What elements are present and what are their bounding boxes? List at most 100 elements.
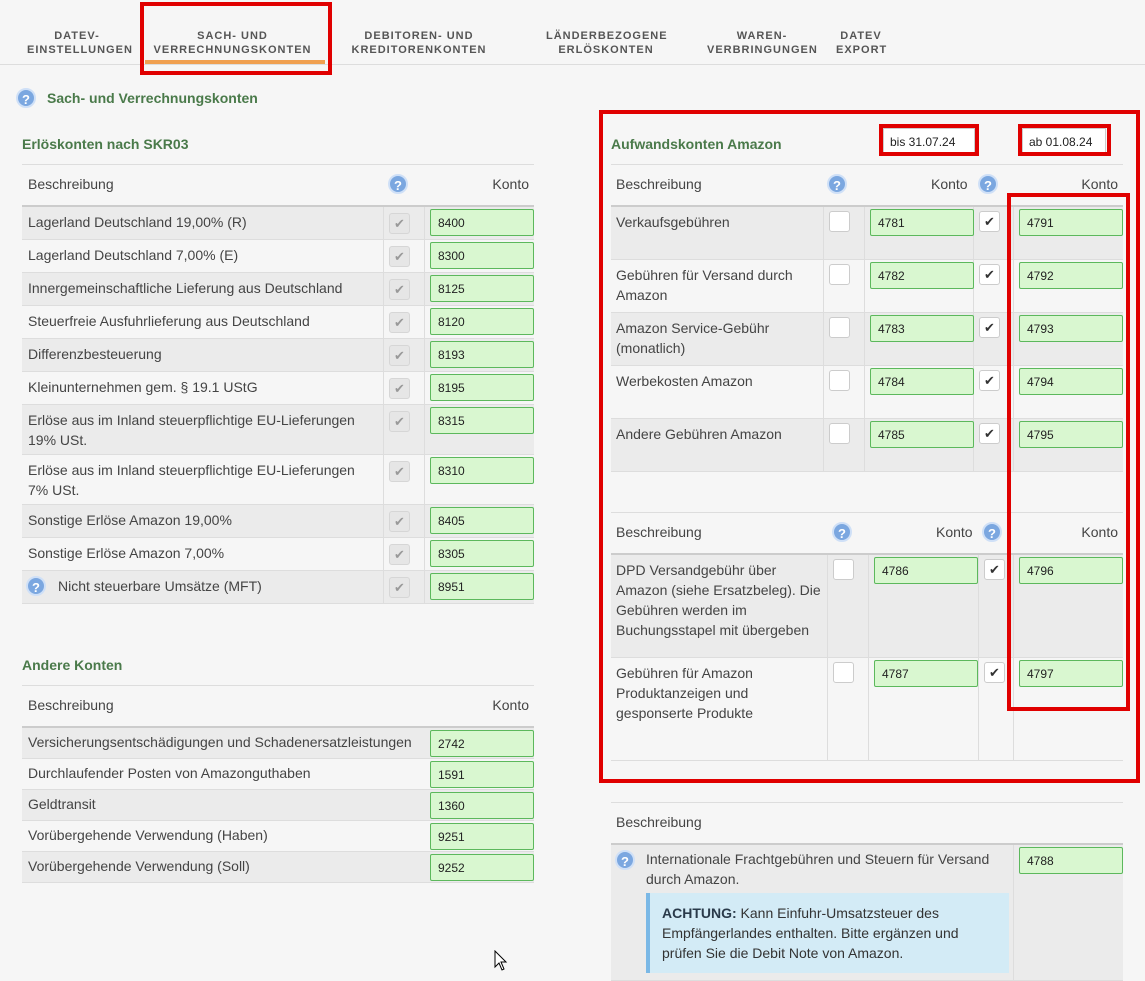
table-row: Gebühren für Versand durch Amazon 4782 ✔ 47… [611, 260, 1123, 313]
konto-new-input[interactable]: 4797 [1019, 660, 1123, 687]
aufwand-col-konto-new: Konto [1081, 176, 1118, 192]
tab-bar: DATEV- EINSTELLUNGEN SACH- UND VERRECHNU… [0, 0, 1145, 65]
tab-warenverbringungen[interactable]: WAREN- VERBRINGUNGEN [707, 29, 817, 57]
row-description: Verkaufsgebühren [616, 214, 730, 230]
konto-new-input[interactable]: 4794 [1019, 368, 1123, 395]
row-checkbox-old[interactable] [829, 211, 850, 232]
konto-input[interactable]: 1591 [430, 761, 534, 788]
help-icon[interactable]: ? [832, 522, 852, 542]
row-checkbox[interactable]: ✔ [389, 312, 410, 333]
aufwand-col-beschreibung: Beschreibung [616, 176, 702, 192]
konto-new-input[interactable]: 4791 [1019, 209, 1123, 236]
konto-new-input[interactable]: 4796 [1019, 557, 1123, 584]
table-row: Werbekosten Amazon 4784 ✔ 4794 [611, 366, 1123, 419]
konto-old-input[interactable]: 4784 [870, 368, 974, 395]
help-icon[interactable]: ? [26, 576, 46, 596]
konto-old-input[interactable]: 4786 [874, 557, 978, 584]
row-description: Amazon Service-Gebühr (monatlich) [616, 320, 770, 356]
row-description: Gebühren für Amazon Produktanzeigen und … [616, 665, 753, 721]
konto-input[interactable]: 8193 [430, 341, 534, 368]
row-checkbox-old[interactable] [829, 370, 850, 391]
konto-old-input[interactable]: 4787 [874, 660, 978, 687]
help-icon[interactable]: ? [615, 850, 635, 870]
table-row: Amazon Service-Gebühr (monatlich) 4783 ✔ 47… [611, 313, 1123, 366]
konto-input[interactable]: 9251 [430, 823, 534, 850]
row-checkbox[interactable]: ✔ [389, 511, 410, 532]
tab-datev-einstellungen[interactable]: DATEV- EINSTELLUNGEN [27, 29, 132, 57]
tab-laenderbezogene-erloeskonten[interactable]: LÄNDERBEZOGENE ERLÖSKONTEN [546, 29, 667, 57]
konto-input[interactable]: 8400 [430, 209, 534, 236]
row-description: Andere Gebühren Amazon [616, 426, 782, 442]
konto-input[interactable]: 8405 [430, 507, 534, 534]
row-description: Versicherungsentschädigungen und Schaden… [28, 734, 412, 750]
date-after-field[interactable]: ab 01.08.24 [1022, 128, 1106, 155]
konto-old-input[interactable]: 4785 [870, 421, 974, 448]
konto-input[interactable]: 8120 [430, 308, 534, 335]
table-row: Kleinunternehmen gem. § 19.1 UStG ✔ 8195 [22, 372, 534, 405]
table-row: Geldtransit 1360 [22, 790, 534, 821]
tab-datev-export[interactable]: DATEV EXPORT [836, 29, 886, 57]
row-checkbox-new[interactable]: ✔ [979, 423, 1000, 444]
tab-debitoren-und-kreditorenkonten[interactable]: DEBITOREN- UND KREDITORENKONTEN [350, 29, 488, 57]
help-icon[interactable]: ? [827, 174, 847, 194]
row-description: Sonstige Erlöse Amazon 7,00% [28, 545, 225, 561]
konto-old-input[interactable]: 4782 [870, 262, 974, 289]
konto-input[interactable]: 1360 [430, 792, 534, 819]
table-row: DPD Versandgebühr über Amazon (siehe Ers… [611, 555, 1123, 658]
erloes-col-konto: Konto [492, 176, 529, 192]
row-checkbox-new[interactable]: ✔ [979, 211, 1000, 232]
andere-table: Beschreibung Konto Versicherungsentschäd… [22, 685, 534, 885]
row-checkbox-old[interactable] [833, 559, 854, 580]
row-checkbox[interactable]: ✔ [389, 213, 410, 234]
konto-input[interactable]: 9252 [430, 854, 534, 881]
help-icon[interactable]: ? [978, 174, 998, 194]
konto-input[interactable]: 8951 [430, 573, 534, 600]
row-checkbox-old[interactable] [829, 317, 850, 338]
table-row: Versicherungsentschädigungen und Schaden… [22, 728, 534, 759]
table-row: Sonstige Erlöse Amazon 7,00% ✔ 8305 [22, 538, 534, 571]
row-description: Lagerland Deutschland 19,00% (R) [28, 214, 247, 230]
date-before-field[interactable]: bis 31.07.24 [883, 128, 975, 155]
row-checkbox-new[interactable]: ✔ [979, 317, 1000, 338]
row-checkbox-old[interactable] [829, 264, 850, 285]
row-checkbox-new[interactable]: ✔ [984, 662, 1005, 683]
row-checkbox[interactable]: ✔ [389, 279, 410, 300]
help-icon[interactable]: ? [388, 174, 408, 194]
konto-new-input[interactable]: 4792 [1019, 262, 1123, 289]
row-checkbox[interactable]: ✔ [389, 461, 410, 482]
row-description: DPD Versandgebühr über Amazon (siehe Ers… [616, 562, 821, 638]
konto-new-input[interactable]: 4795 [1019, 421, 1123, 448]
konto-old-input[interactable]: 4781 [870, 209, 974, 236]
row-checkbox-new[interactable]: ✔ [984, 559, 1005, 580]
konto-input[interactable]: 8195 [430, 374, 534, 401]
konto-input[interactable]: 4788 [1019, 847, 1123, 874]
row-checkbox[interactable]: ✔ [389, 411, 410, 432]
konto-old-input[interactable]: 4783 [870, 315, 974, 342]
aufwand2-col-konto-old: Konto [936, 524, 973, 540]
andere-col-beschreibung: Beschreibung [28, 697, 114, 713]
table-row: Differenzbesteuerung ✔ 8193 [22, 339, 534, 372]
help-icon[interactable]: ? [982, 522, 1002, 542]
row-checkbox-new[interactable]: ✔ [979, 370, 1000, 391]
konto-input[interactable]: 2742 [430, 730, 534, 757]
row-checkbox[interactable]: ✔ [389, 345, 410, 366]
row-checkbox-new[interactable]: ✔ [979, 264, 1000, 285]
konto-input[interactable]: 8300 [430, 242, 534, 269]
row-checkbox[interactable]: ✔ [389, 544, 410, 565]
andere-section-title: Andere Konten [22, 657, 123, 673]
row-checkbox-old[interactable] [833, 662, 854, 683]
row-checkbox[interactable]: ✔ [389, 577, 410, 598]
konto-input[interactable]: 8315 [430, 407, 534, 434]
aufwand-table: Beschreibung ? Konto ? Konto Verkaufsgeb… [611, 164, 1123, 474]
konto-new-input[interactable]: 4793 [1019, 315, 1123, 342]
table-row: Andere Gebühren Amazon 4785 ✔ 4795 [611, 419, 1123, 472]
konto-input[interactable]: 8310 [430, 457, 534, 484]
konto-input[interactable]: 8305 [430, 540, 534, 567]
help-icon[interactable]: ? [16, 88, 36, 108]
tab-sach-und-verrechnungskonten[interactable]: SACH- UND VERRECHNUNGSKONTEN [150, 29, 315, 57]
row-description: Differenzbesteuerung [28, 346, 162, 362]
row-checkbox-old[interactable] [829, 423, 850, 444]
konto-input[interactable]: 8125 [430, 275, 534, 302]
row-checkbox[interactable]: ✔ [389, 246, 410, 267]
row-checkbox[interactable]: ✔ [389, 378, 410, 399]
